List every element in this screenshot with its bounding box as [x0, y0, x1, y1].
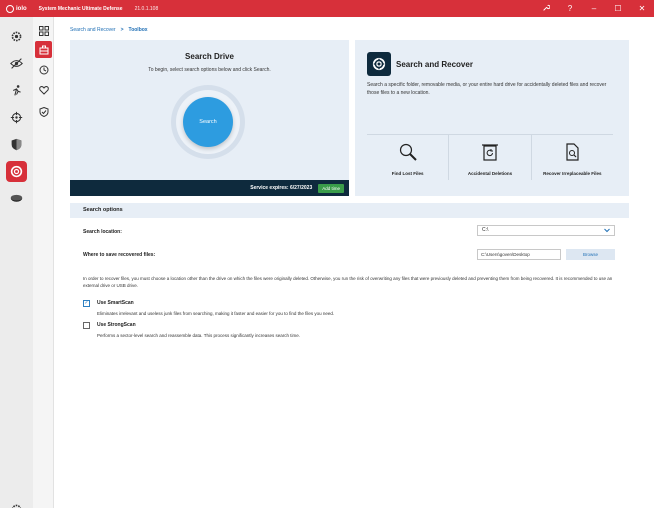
- close-icon[interactable]: ✕: [630, 4, 654, 13]
- breadcrumb-separator: >: [120, 27, 124, 33]
- disk-icon: [10, 194, 23, 202]
- add-time-button[interactable]: Add time: [318, 183, 344, 193]
- service-expiry-bar: Service expires: 6/27/2023 Add time: [70, 180, 349, 196]
- search-drive-subtitle: To begin, select search options below an…: [148, 67, 271, 73]
- trash-restore-icon: [481, 144, 498, 161]
- strongscan-title: Use StrongScan: [97, 322, 136, 328]
- nav-security[interactable]: [6, 134, 27, 155]
- search-drive-card: Search Drive To begin, select search opt…: [70, 40, 349, 196]
- search-location-select[interactable]: C:\: [477, 225, 615, 236]
- recovery-location-info: In order to recover files, you must choo…: [83, 276, 613, 288]
- breadcrumb-current: Toolbox: [128, 27, 148, 33]
- search-options-header: Search options: [70, 203, 629, 218]
- subnav-toolbox[interactable]: [35, 41, 52, 58]
- logo-text: iolo: [16, 5, 27, 12]
- nav-dashboard-gear[interactable]: [6, 26, 27, 47]
- iolo-logo: iolo: [6, 4, 27, 13]
- wrench-icon[interactable]: [534, 4, 558, 14]
- nav-target[interactable]: [6, 107, 27, 128]
- help-icon[interactable]: ?: [558, 4, 582, 13]
- service-expires-text: Service expires: 6/27/2023: [250, 185, 313, 191]
- heart-pulse-icon: [38, 85, 49, 95]
- toolbox-subnav: [33, 17, 54, 508]
- app-title: System Mechanic Ultimate Defense: [38, 5, 123, 12]
- eye-slash-icon: [10, 58, 23, 69]
- search-location-label: Search location:: [83, 229, 122, 235]
- recover-features: Find Lost Files Accidental Deletions Rec…: [367, 134, 613, 180]
- clock-icon: [39, 65, 48, 74]
- feature-find-lost-files[interactable]: Find Lost Files: [367, 135, 448, 180]
- feature-label: Find Lost Files: [391, 171, 424, 176]
- recover-description: Search a specific folder, removable medi…: [367, 82, 607, 96]
- magnifier-icon: [399, 143, 417, 161]
- nav-privacy[interactable]: [6, 53, 27, 74]
- lifebuoy-icon: [372, 57, 386, 71]
- breadcrumb: Search and Recover > Toolbox: [70, 27, 148, 33]
- runner-icon: [13, 85, 21, 96]
- breadcrumb-parent[interactable]: Search and Recover: [70, 27, 116, 33]
- subnav-grid[interactable]: [35, 22, 52, 39]
- nav-drive[interactable]: [6, 188, 27, 209]
- subnav-health[interactable]: [35, 81, 52, 98]
- main-content: Search and Recover > Toolbox Search Driv…: [55, 17, 654, 508]
- lifebuoy-icon: [10, 165, 23, 178]
- search-drive-title: Search Drive: [185, 52, 234, 61]
- nav-toolbox[interactable]: [6, 161, 27, 182]
- feature-label: Recover Irreplaceable Files: [543, 171, 602, 176]
- document-search-icon: [566, 143, 579, 161]
- smartscan-checkbox[interactable]: ✓: [83, 300, 90, 307]
- chevron-down-icon: [604, 226, 610, 238]
- strongscan-description: Performs a sector-level search and reass…: [97, 333, 301, 338]
- save-location-label: Where to save recovered files:: [83, 252, 156, 258]
- recover-tool-logo: [367, 52, 391, 76]
- minimize-icon[interactable]: –: [582, 4, 606, 13]
- recover-title: Search and Recover: [396, 60, 473, 69]
- grid-icon: [38, 25, 49, 36]
- smartscan-title: Use SmartScan: [97, 300, 134, 306]
- nav-speed[interactable]: [6, 80, 27, 101]
- app-version: 21.0.1.108: [134, 5, 159, 12]
- search-button[interactable]: Search: [183, 97, 233, 147]
- shield-icon: [11, 138, 22, 151]
- subnav-history[interactable]: [35, 61, 52, 78]
- subnav-protection[interactable]: [35, 103, 52, 120]
- toolbox-icon: [39, 45, 48, 54]
- search-recover-card: Search and Recover Search a specific fol…: [355, 40, 629, 196]
- feature-accidental-deletions[interactable]: Accidental Deletions: [448, 135, 530, 180]
- title-bar: iolo System Mechanic Ultimate Defense 21…: [0, 0, 654, 17]
- smartscan-description: Eliminates irrelevant and useless junk f…: [97, 311, 335, 316]
- save-location-input[interactable]: [477, 249, 561, 260]
- search-location-value: C:\: [482, 227, 489, 233]
- strongscan-checkbox[interactable]: [83, 322, 90, 329]
- shield-check-icon: [39, 106, 48, 117]
- browse-button[interactable]: Browse: [566, 249, 615, 260]
- logo-circle-icon: [6, 4, 14, 13]
- feature-recover-irreplaceable[interactable]: Recover Irreplaceable Files: [530, 135, 613, 180]
- maximize-icon[interactable]: ☐: [606, 4, 630, 13]
- main-nav-rail: [0, 17, 33, 508]
- settings-gear-icon[interactable]: [10, 503, 23, 508]
- gear-icon: [11, 31, 22, 42]
- feature-label: Accidental Deletions: [467, 171, 513, 176]
- crosshair-icon: [10, 111, 23, 124]
